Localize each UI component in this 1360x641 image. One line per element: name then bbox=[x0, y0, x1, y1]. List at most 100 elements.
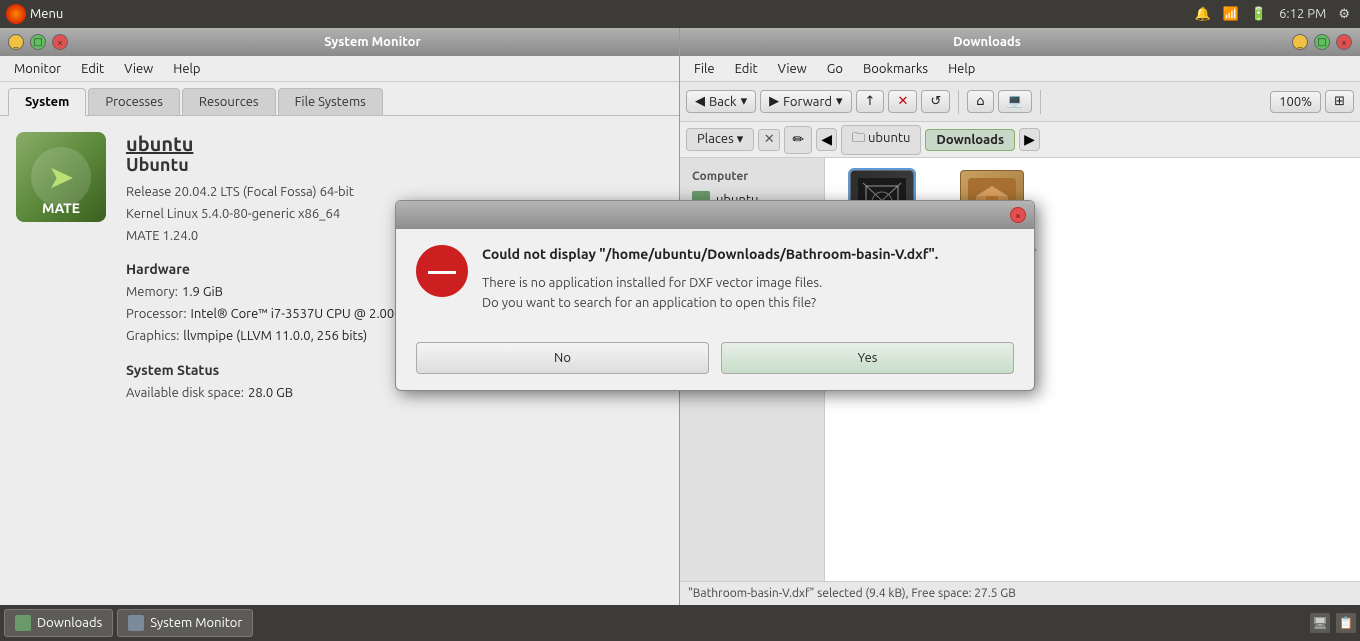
forward-button[interactable]: ▶ Forward ▾ bbox=[760, 90, 851, 113]
yes-button[interactable]: Yes bbox=[721, 342, 1014, 374]
file-menu[interactable]: File bbox=[686, 60, 723, 78]
error-dialog: × — Could not display "/home/ubuntu/Down… bbox=[395, 200, 1035, 391]
file-manager-menubar: File Edit View Go Bookmarks Help bbox=[680, 56, 1360, 82]
ubuntu-folder-icon: 🗀 bbox=[852, 131, 865, 145]
nav-prev-btn[interactable]: ◀ bbox=[816, 128, 837, 151]
home-button[interactable]: ⌂ bbox=[967, 90, 993, 113]
settings-icon[interactable]: ⚙ bbox=[1334, 7, 1354, 22]
back-dropdown-icon: ▾ bbox=[741, 94, 748, 109]
memory-value: 1.9 GiB bbox=[182, 281, 223, 303]
maximize-button[interactable]: □ bbox=[30, 34, 46, 50]
forward-label: Forward bbox=[783, 95, 832, 109]
view-menu[interactable]: View bbox=[116, 60, 161, 78]
graphics-value: llvmpipe (LLVM 11.0.0, 256 bits) bbox=[183, 325, 367, 347]
taskbar-right: 🖥 📋 bbox=[1310, 613, 1356, 633]
no-label: No bbox=[554, 351, 571, 365]
taskbar-downloads[interactable]: Downloads bbox=[4, 609, 113, 637]
computer-icon: 💻 bbox=[1007, 94, 1023, 109]
ubuntu-location-btn[interactable]: 🗀 ubuntu bbox=[841, 125, 921, 155]
distro-name: Ubuntu bbox=[126, 155, 663, 175]
places-close-btn[interactable]: ✕ bbox=[758, 129, 780, 151]
downloads-minimize-btn[interactable]: _ bbox=[1292, 34, 1308, 50]
top-panel: Menu 🔔 📶 🔋 6:12 PM ⚙ bbox=[0, 0, 1360, 28]
network-icon[interactable]: 📶 bbox=[1219, 7, 1243, 22]
system-monitor-titlebar: _ □ × System Monitor bbox=[0, 28, 679, 56]
no-button[interactable]: No bbox=[416, 342, 709, 374]
downloads-location-btn[interactable]: Downloads bbox=[925, 129, 1015, 151]
back-label: Back bbox=[709, 95, 737, 109]
downloads-title: Downloads bbox=[688, 35, 1286, 49]
tab-resources[interactable]: Resources bbox=[182, 88, 276, 115]
back-button[interactable]: ◀ Back ▾ bbox=[686, 90, 756, 113]
edit-menu[interactable]: Edit bbox=[73, 60, 112, 78]
battery-icon[interactable]: 🔋 bbox=[1247, 7, 1271, 22]
reload-button[interactable]: ↺ bbox=[921, 90, 950, 113]
help-menu-fm[interactable]: Help bbox=[940, 60, 983, 78]
tab-system[interactable]: System bbox=[8, 88, 86, 116]
memory-label: Memory: bbox=[126, 281, 178, 303]
system-monitor-menubar: Monitor Edit View Help bbox=[0, 56, 679, 82]
dialog-close-button[interactable]: × bbox=[1010, 207, 1026, 223]
tray-icon-1[interactable]: 🖥 bbox=[1310, 613, 1330, 633]
close-button[interactable]: × bbox=[52, 34, 68, 50]
dialog-text-area: Could not display "/home/ubuntu/Download… bbox=[482, 245, 1014, 314]
system-monitor-tabs: System Processes Resources File Systems bbox=[0, 82, 679, 116]
toolbar-separator-2 bbox=[1040, 90, 1041, 114]
stop-button[interactable]: ✕ bbox=[888, 90, 917, 113]
yes-label: Yes bbox=[858, 351, 878, 365]
view-icon: ⊞ bbox=[1334, 94, 1345, 109]
nav-next-btn[interactable]: ▶ bbox=[1019, 128, 1040, 151]
file-manager-statusbar: "Bathroom-basin-V.dxf" selected (9.4 kB)… bbox=[680, 581, 1360, 605]
dialog-message: There is no application installed for DX… bbox=[482, 273, 1014, 315]
edit-menu-fm[interactable]: Edit bbox=[727, 60, 766, 78]
downloads-close-btn[interactable]: × bbox=[1336, 34, 1352, 50]
monitor-menu[interactable]: Monitor bbox=[6, 60, 69, 78]
tab-processes[interactable]: Processes bbox=[88, 88, 180, 115]
error-symbol: — bbox=[428, 256, 456, 287]
disk-value: 28.0 GB bbox=[248, 382, 293, 404]
hostname[interactable]: ubuntu bbox=[126, 132, 663, 155]
reload-icon: ↺ bbox=[930, 94, 941, 109]
home-icon: ⌂ bbox=[976, 94, 984, 109]
error-icon: — bbox=[416, 245, 468, 297]
stop-icon: ✕ bbox=[897, 94, 908, 109]
dialog-title-text: Could not display "/home/ubuntu/Download… bbox=[482, 245, 1014, 265]
mate-logo: ➤ MATE bbox=[16, 132, 106, 222]
tray-icon-2[interactable]: 📋 bbox=[1336, 613, 1356, 633]
menu-button[interactable]: Menu bbox=[6, 4, 63, 24]
mate-text: MATE bbox=[42, 200, 80, 216]
up-arrow-icon: ↑ bbox=[865, 94, 876, 109]
downloads-maximize-btn[interactable]: □ bbox=[1314, 34, 1330, 50]
graphics-label: Graphics: bbox=[126, 325, 179, 347]
processor-label: Processor: bbox=[126, 303, 187, 325]
menu-label[interactable]: Menu bbox=[30, 7, 63, 21]
taskbar-monitor-icon bbox=[128, 615, 144, 631]
taskbar-system-monitor[interactable]: System Monitor bbox=[117, 609, 253, 637]
disk-label: Available disk space: bbox=[126, 382, 244, 404]
up-button[interactable]: ↑ bbox=[856, 90, 885, 113]
edit-location-btn[interactable]: ✏ bbox=[784, 126, 812, 154]
time-display: 6:12 PM bbox=[1275, 7, 1330, 21]
dialog-titlebar: × bbox=[396, 201, 1034, 229]
help-menu[interactable]: Help bbox=[165, 60, 208, 78]
minimize-button[interactable]: _ bbox=[8, 34, 24, 50]
computer-button[interactable]: 💻 bbox=[998, 90, 1032, 113]
zoom-value: 100% bbox=[1279, 95, 1312, 109]
view-options-button[interactable]: ⊞ bbox=[1325, 90, 1354, 113]
status-text: "Bathroom-basin-V.dxf" selected (9.4 kB)… bbox=[688, 587, 1016, 600]
places-button[interactable]: Places ▾ bbox=[686, 128, 754, 151]
bookmarks-menu[interactable]: Bookmarks bbox=[855, 60, 936, 78]
file-toolbar: ◀ Back ▾ ▶ Forward ▾ ↑ ✕ ↺ ⌂ bbox=[680, 82, 1360, 122]
processor-value: Intel® Core™ i7-3537U CPU @ 2.00GHz bbox=[191, 303, 418, 325]
view-menu-fm[interactable]: View bbox=[770, 60, 815, 78]
back-arrow-icon: ◀ bbox=[695, 94, 705, 109]
volume-icon[interactable]: 🔔 bbox=[1191, 7, 1215, 22]
zoom-display: 100% bbox=[1270, 91, 1321, 113]
dialog-buttons: No Yes bbox=[396, 330, 1034, 390]
tab-file-systems[interactable]: File Systems bbox=[278, 88, 383, 115]
mate-arrow-icon: ➤ bbox=[48, 158, 75, 196]
toolbar-separator bbox=[958, 90, 959, 114]
location-bar: Places ▾ ✕ ✏ ◀ 🗀 ubuntu Downloads ▶ bbox=[680, 122, 1360, 158]
downloads-titlebar: Downloads _ □ × bbox=[680, 28, 1360, 56]
go-menu-fm[interactable]: Go bbox=[819, 60, 851, 78]
